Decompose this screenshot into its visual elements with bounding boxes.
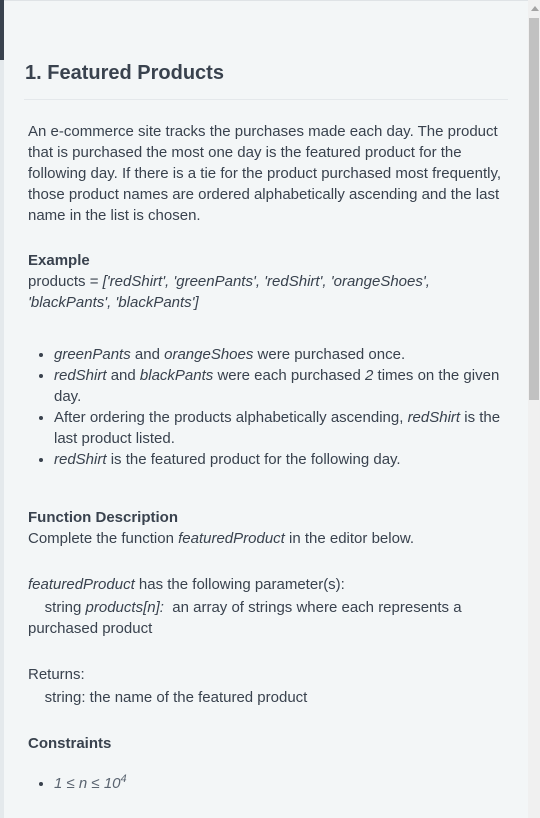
page-title: 1. Featured Products [25,62,224,84]
intro-text: An e-commerce site tracks the purchases … [28,123,502,224]
scroll-up-arrow-icon[interactable] [531,6,539,11]
top-border [0,0,540,1]
example-products: products = ['redShirt', 'greenPants', 'r… [28,271,502,313]
example-bullets: greenPants and orangeShoes were purchase… [28,344,502,470]
list-item: redShirt is the featured product for the… [54,449,502,470]
scrollbar[interactable] [528,0,540,818]
left-strip [0,60,4,818]
function-description-text: Complete the function featuredProduct in… [28,530,415,547]
constraint-item: 1 ≤ n ≤ 104 [54,768,502,794]
divider [24,99,508,100]
function-description-heading: Function Description [28,509,178,526]
constraints-list: 1 ≤ n ≤ 104 [28,768,502,794]
returns-description: string: the name of the featured product [44,689,308,706]
left-accent-bar [0,0,4,60]
returns-label: Returns: [28,666,85,683]
list-item: After ordering the products alphabetical… [54,407,502,449]
scrollbar-thumb[interactable] [529,18,539,400]
example-heading: Example [28,252,90,269]
constraints-heading: Constraints [28,735,112,752]
list-item: greenPants and orangeShoes were purchase… [54,344,502,365]
example-prefix: products = [28,273,103,290]
list-item: redShirt and blackPants were each purcha… [54,365,502,407]
params-intro: featuredProduct has the following parame… [28,576,345,593]
param-description: string products[n]: an array of strings … [28,599,466,637]
